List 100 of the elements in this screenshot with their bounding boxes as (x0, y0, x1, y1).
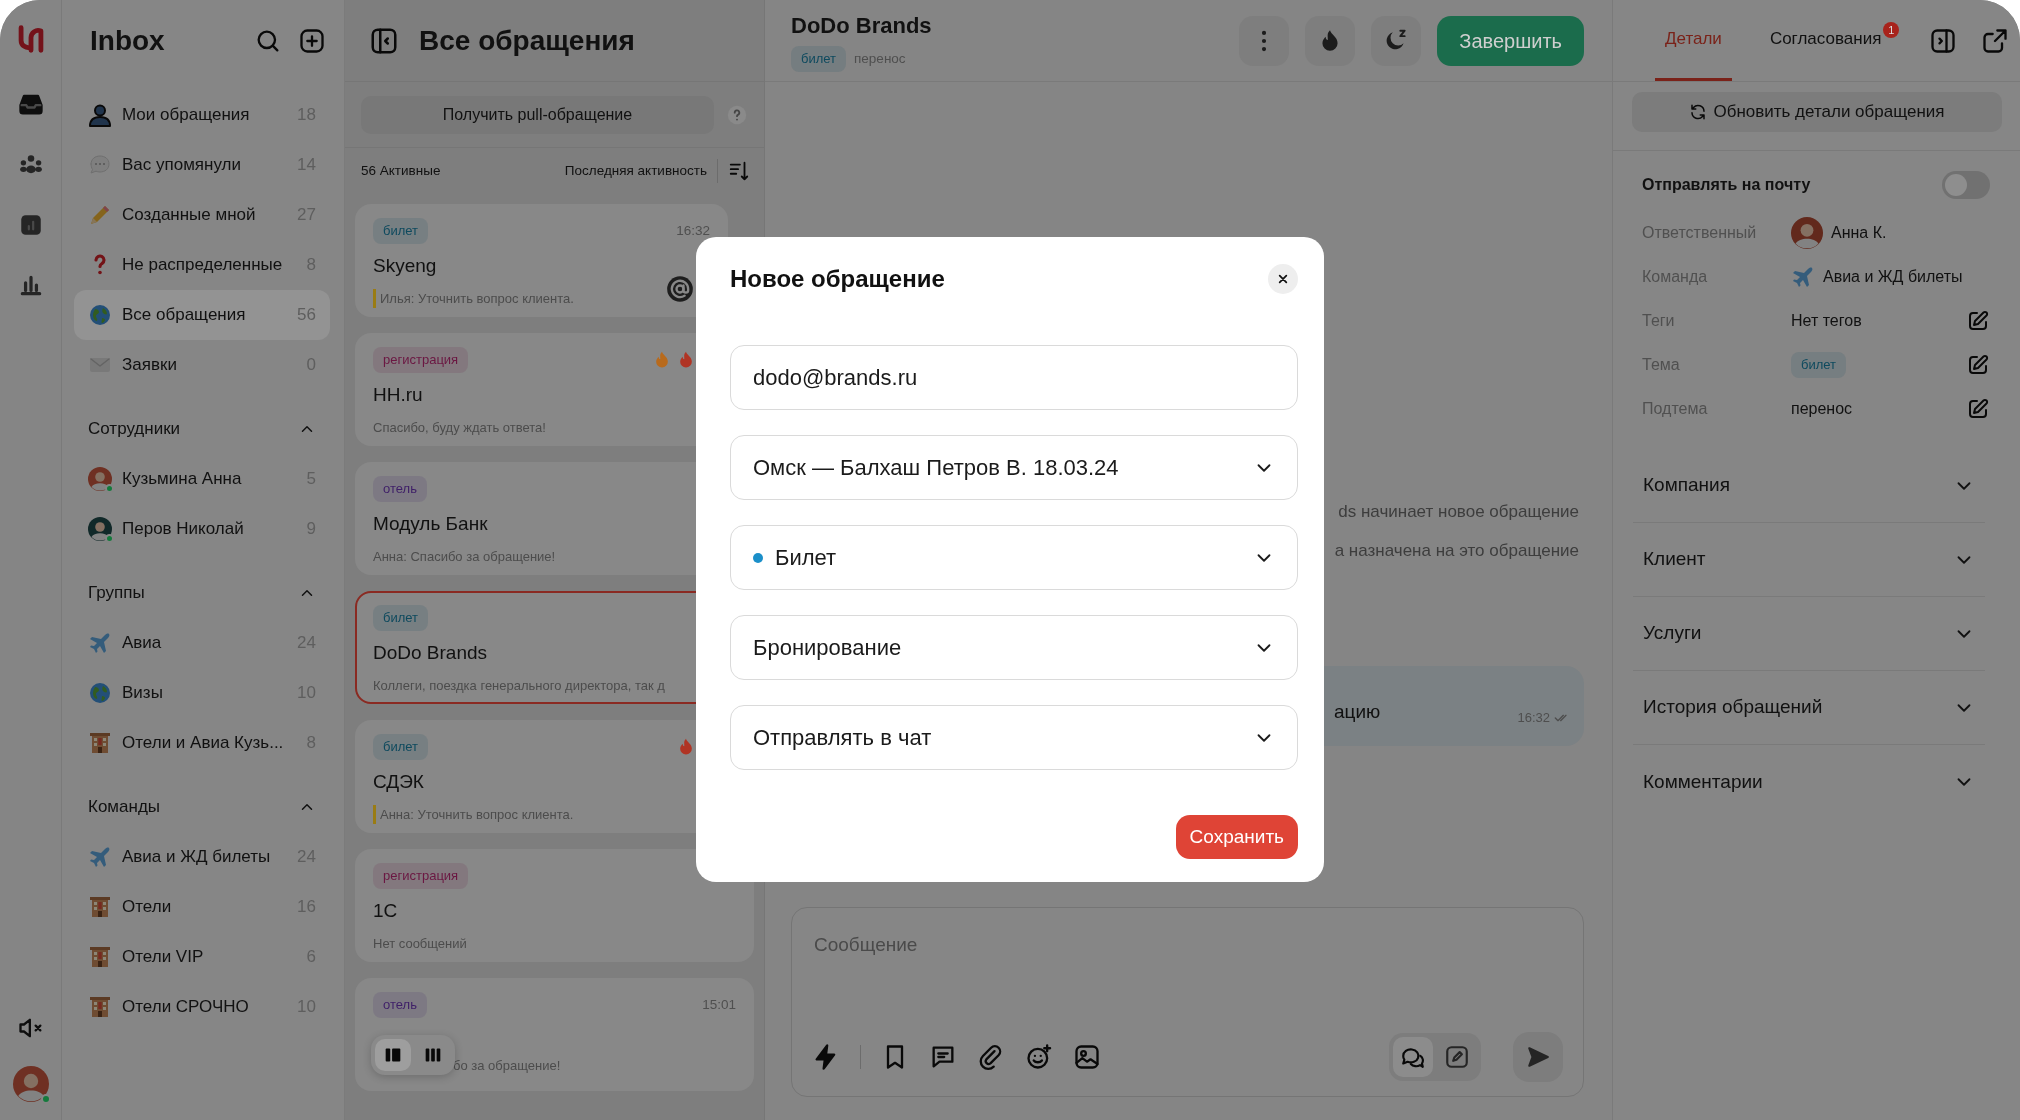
pull-button[interactable]: Получить pull-обращение (361, 95, 714, 134)
select-field[interactable]: Бронирование (730, 615, 1298, 680)
edit-icon (1966, 397, 1990, 421)
plane-icon (88, 631, 112, 655)
plane-icon (1791, 265, 1815, 289)
collapse-panel-icon[interactable] (1929, 26, 1958, 55)
tab[interactable]: Детали (1655, 0, 1732, 81)
avatar (12, 1066, 49, 1102)
sidebar-item-label: Отели VIP (122, 946, 204, 969)
field-value: Нет тегов (1791, 311, 1862, 331)
edit-button[interactable] (1966, 397, 1990, 421)
image-icon[interactable] (1073, 1043, 1101, 1071)
sidebar-item-label: Визы (122, 682, 163, 705)
ticket-title: HH.ru (373, 383, 424, 407)
sidebar-item-label: Перов Николай (122, 518, 244, 541)
ticket-card[interactable]: отель 15:01 бо за обращение! (355, 978, 754, 1091)
tag: билет (1791, 352, 1847, 378)
section-header[interactable]: История обращений (1633, 671, 1985, 745)
select-field[interactable]: Билет (730, 525, 1298, 590)
external-link-icon[interactable] (1981, 26, 2010, 55)
refresh-icon (1689, 103, 1708, 121)
message-text: ацию (1334, 700, 1381, 724)
message-input[interactable]: Сообщение (812, 930, 1563, 961)
edit-button[interactable] (1966, 353, 1990, 377)
select-field[interactable]: Омск — Балхаш Петров В. 18.03.24 (730, 435, 1298, 500)
section-header[interactable]: Комментарии (1633, 745, 1985, 819)
snooze-button[interactable] (1371, 15, 1422, 66)
refresh-button[interactable]: Обновить детали обращения (1632, 92, 2002, 132)
ticket-card[interactable]: регистрация 1С Нет сообщений (355, 849, 754, 962)
active-count: 56 Активные (361, 161, 441, 180)
email-field[interactable]: dodo@brands.ru (730, 345, 1298, 410)
toggle-label: Отправлять на почту (1642, 175, 1811, 195)
sidebar-item-label: Авиа (122, 632, 162, 655)
hotel-icon (88, 895, 112, 919)
tag: регистрация (373, 863, 469, 889)
speech-bubble-icon (88, 153, 112, 177)
plane-icon (88, 845, 112, 869)
chat-title: DoDo Brands (791, 12, 932, 41)
ticket-title: Модуль Банк (373, 512, 489, 536)
sidebar-title: Inbox (90, 24, 165, 58)
section-title: Комментарии (1643, 769, 1763, 794)
field-value: Авиа и ЖД билеты (1823, 267, 1963, 287)
sidebar-item-label: Мои обращения (122, 104, 250, 127)
tag: отель (373, 476, 427, 502)
sidebar-item-label: Не распределенные (122, 254, 283, 277)
system-message: ds начинает новое обращение (1338, 501, 1579, 523)
finish-button[interactable]: Завершить (1437, 15, 1584, 66)
select-field[interactable]: Отправлять в чат (730, 705, 1298, 770)
section-header[interactable]: Клиент (1633, 523, 1985, 597)
sidebar-item-label: Отели (122, 896, 172, 919)
message-preview: Нет сообщений (373, 934, 468, 953)
toggle-switch[interactable] (1942, 171, 1990, 199)
tag: билет (373, 605, 429, 631)
sidebar-item-label: Отели СРОЧНО (122, 996, 249, 1019)
tag: билет (791, 46, 847, 72)
flame-button[interactable] (1305, 15, 1356, 66)
section-title: Команды (88, 796, 161, 819)
avatar (88, 467, 112, 491)
globe-icon (88, 681, 112, 705)
message-preview: Коллеги, поездка генерального директора, так д (373, 676, 666, 695)
globe-icon (88, 303, 112, 327)
message-preview: Анна: Спасибо за обращение! (373, 547, 557, 566)
sort-icon[interactable] (728, 160, 750, 182)
badge-count: 1 (1883, 22, 1900, 38)
pencil-icon (1444, 1044, 1470, 1070)
tag: билет (373, 218, 429, 244)
close-button[interactable] (1268, 264, 1298, 294)
save-button[interactable]: Сохранить (1175, 815, 1298, 859)
section-title: Сотрудники (88, 418, 181, 441)
tab[interactable]: Согласования 1 (1759, 0, 1902, 81)
avatar (88, 517, 112, 541)
time: 16:32 (676, 221, 710, 240)
pencil-icon (88, 203, 112, 227)
modal-title: Новое обращение (730, 264, 945, 294)
send-button[interactable] (1513, 1032, 1563, 1082)
emoji-icon[interactable] (1025, 1043, 1053, 1071)
view-mode-button[interactable] (375, 1039, 411, 1071)
avatar (1791, 217, 1823, 249)
ticket-card[interactable]: билет 16:32 Skyeng Илья: Уточнить вопрос клиента. (355, 204, 728, 317)
field-value: Анна К. (1831, 223, 1887, 243)
list-title: Все обращения (419, 23, 635, 58)
sidebar-item-label: Отели и Авиа Кузь... (122, 732, 284, 755)
sort-label[interactable]: Последняя активность (564, 160, 707, 182)
add-icon[interactable] (298, 27, 326, 55)
sidebar-item-label: Созданные мной (122, 204, 256, 227)
edit-button[interactable] (1966, 309, 1990, 333)
section-header[interactable]: Компания (1633, 449, 1985, 523)
section-title: Компания (1643, 473, 1730, 498)
field-value: перенос (1791, 399, 1853, 419)
person-icon (88, 103, 112, 127)
sidebar-item-label: Кузьмина Анна (122, 468, 242, 491)
tag: отель (373, 992, 427, 1018)
tag: билет (373, 734, 429, 760)
section-header[interactable]: Услуги (1633, 597, 1985, 671)
help-icon[interactable] (726, 103, 748, 126)
section-title: История обращений (1643, 695, 1823, 720)
edit-icon (1966, 353, 1990, 377)
section-title: Группы (88, 582, 145, 605)
section-title: Услуги (1643, 621, 1702, 646)
chat-mode-button[interactable] (1393, 1037, 1433, 1077)
